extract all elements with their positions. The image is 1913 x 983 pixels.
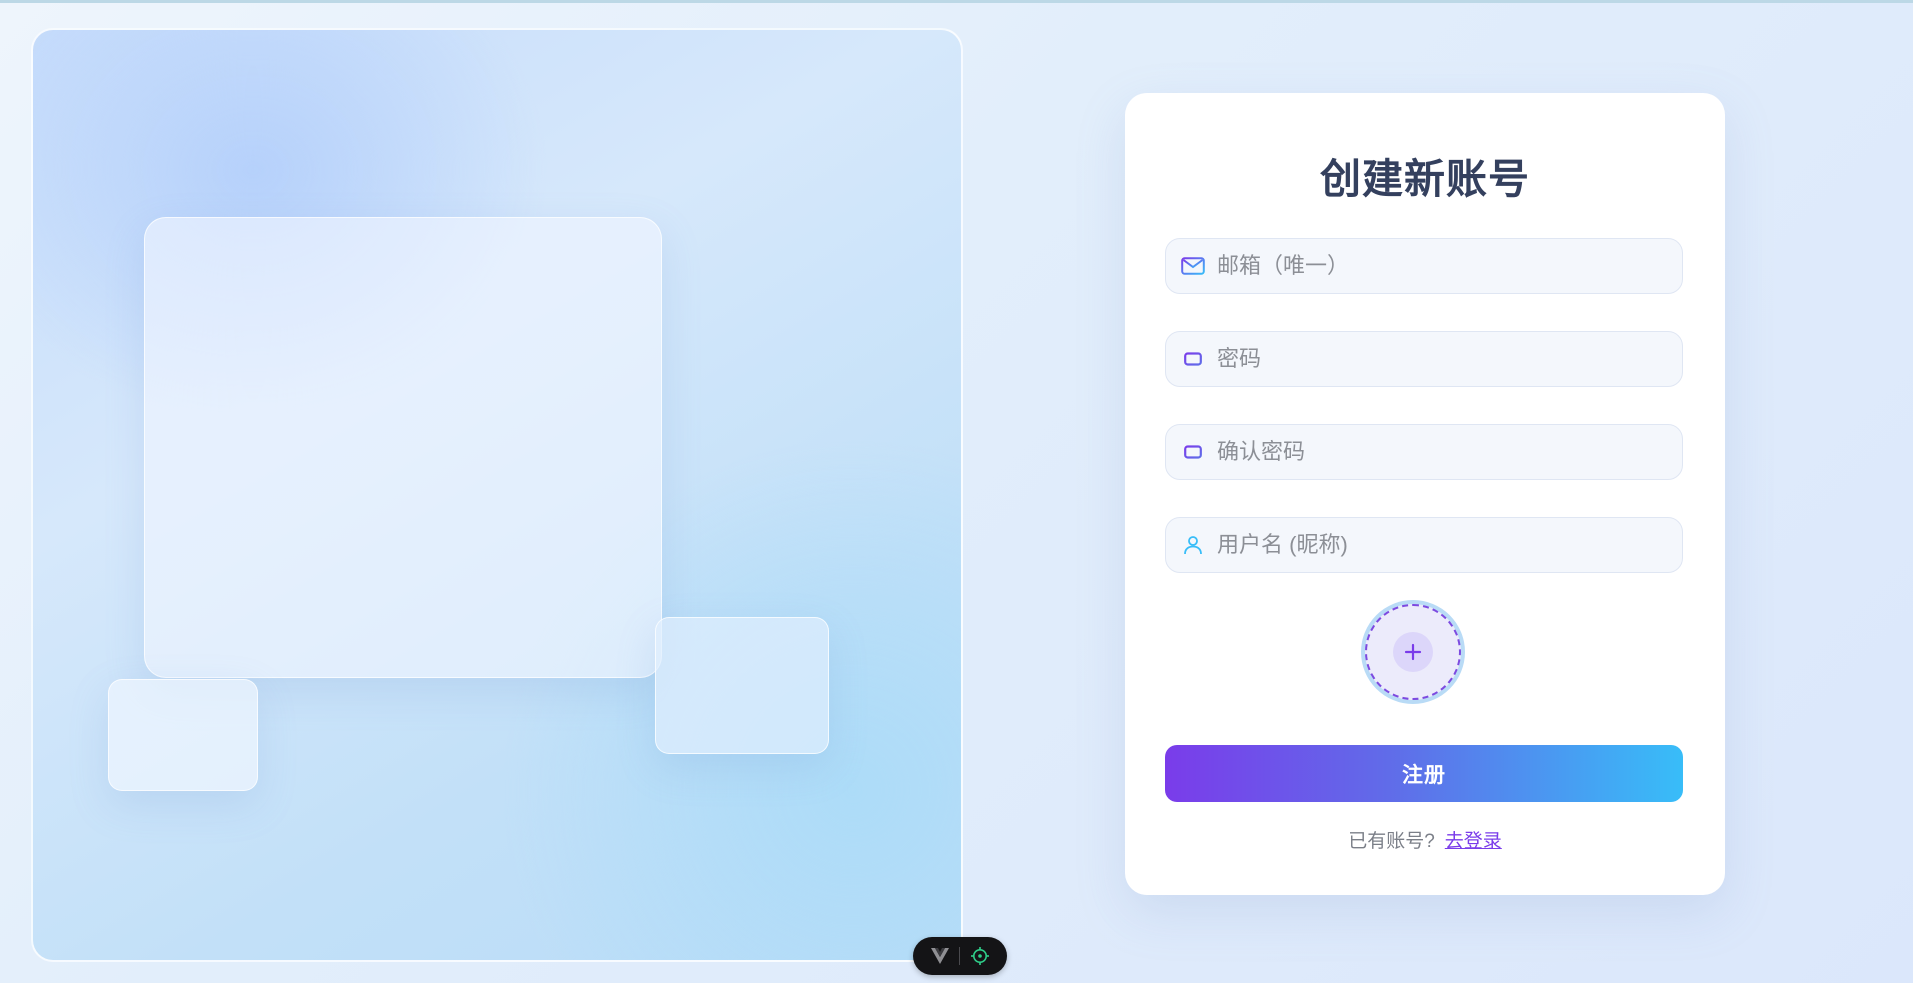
username-field[interactable] xyxy=(1165,517,1683,573)
plus-icon xyxy=(1393,632,1433,672)
lock-icon xyxy=(1179,345,1207,373)
confirm-password-field[interactable] xyxy=(1165,424,1683,480)
page-title: 创建新账号 xyxy=(1320,156,1530,202)
glass-card-small-right xyxy=(655,617,829,754)
confirm-password-input[interactable] xyxy=(1217,439,1682,465)
top-border xyxy=(0,0,1913,3)
glass-card-large xyxy=(144,217,662,678)
have-account-text: 已有账号? xyxy=(1348,831,1435,852)
toolbar-divider xyxy=(958,947,960,965)
mail-icon xyxy=(1179,252,1207,280)
password-field[interactable] xyxy=(1165,331,1683,387)
lock-icon xyxy=(1179,438,1207,466)
username-input[interactable] xyxy=(1217,532,1682,558)
login-link[interactable]: 去登录 xyxy=(1445,831,1502,852)
glass-card-small-left xyxy=(108,679,258,791)
illustration-panel xyxy=(31,28,963,962)
vue-devtools-icon[interactable] xyxy=(930,948,949,964)
devtools-toolbar[interactable] xyxy=(913,937,1007,975)
email-field[interactable] xyxy=(1165,238,1683,294)
password-input[interactable] xyxy=(1217,346,1682,372)
avatar-upload-button[interactable] xyxy=(1365,604,1461,700)
login-prompt: 已有账号? 去登录 xyxy=(1125,826,1725,853)
register-card: 创建新账号 邮箱（唯一） 用户名 (昵称) 注册 已有账号? 去登录 xyxy=(1125,93,1725,895)
email-input[interactable] xyxy=(1217,253,1682,279)
inspect-target-icon[interactable] xyxy=(970,946,990,966)
user-icon xyxy=(1179,531,1207,559)
register-button[interactable]: 注册 xyxy=(1165,745,1683,802)
